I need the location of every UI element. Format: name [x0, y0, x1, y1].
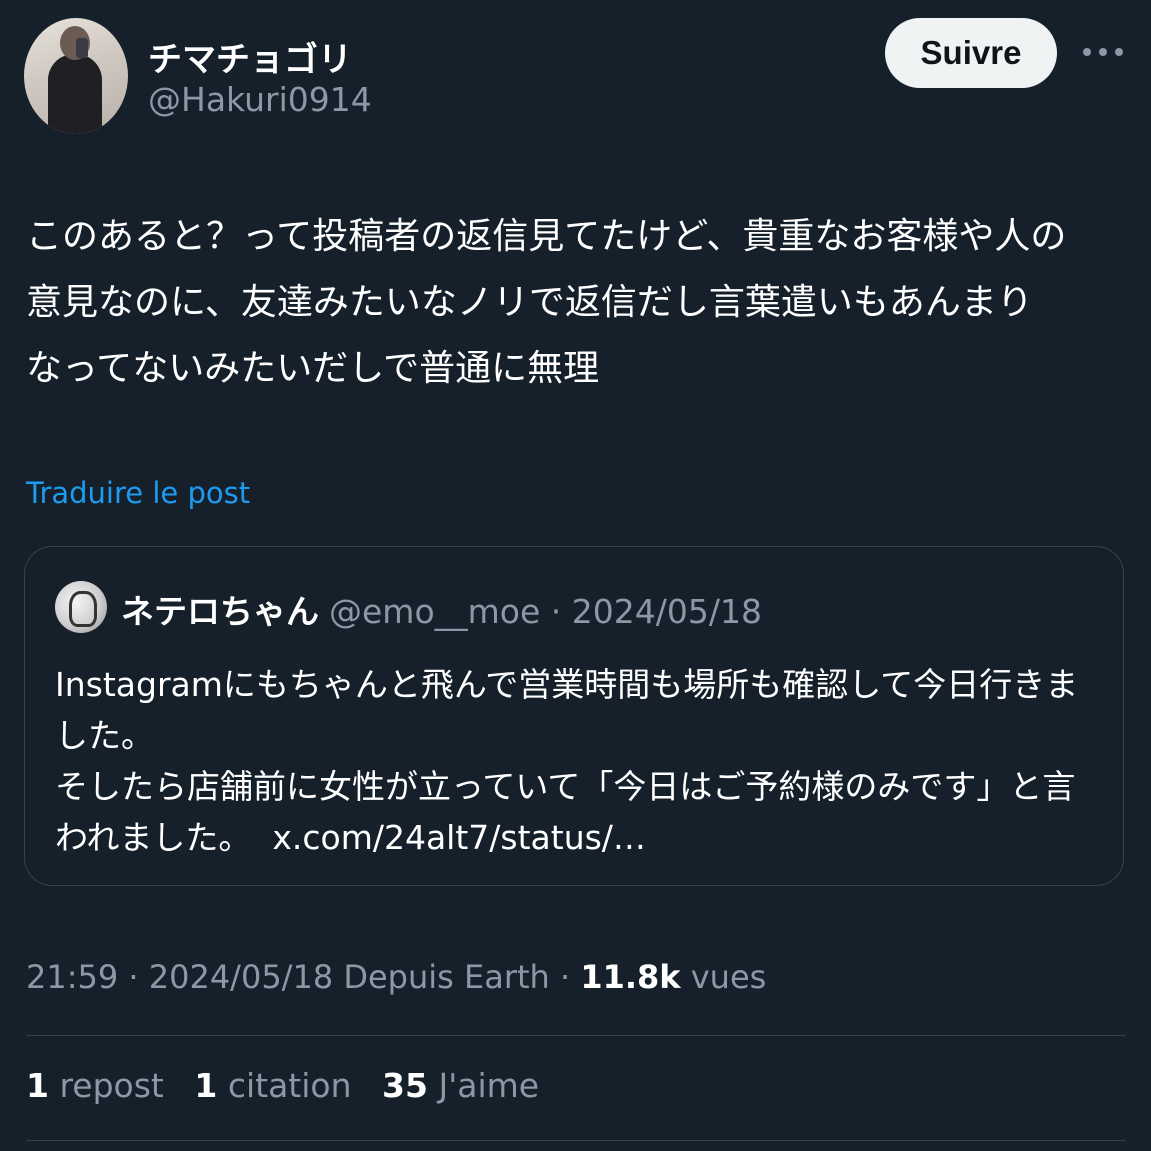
likes-label: J'aime: [427, 1066, 540, 1105]
author-avatar[interactable]: [24, 18, 128, 134]
translate-post-link[interactable]: Traduire le post: [26, 476, 250, 510]
quoted-post-card[interactable]: ネテロちゃん @emo__moe · 2024/05/18 Instagramにも…: [24, 546, 1124, 886]
quoted-text-line: そしたら店舗前に女性が立っていて「今日はご予約様のみです」と言: [55, 767, 1076, 806]
post-text: このあると？って投稿者の返信見てたけど、貴重なお客様や人の 意見なのに、友達みた…: [26, 204, 1126, 402]
post-metadata: 21:59 · 2024/05/18 Depuis Earth · 11.8k …: [26, 958, 766, 996]
views-label: vues: [680, 958, 767, 996]
reposts-label: repost: [48, 1066, 164, 1105]
more-dot: [1083, 48, 1091, 56]
quoted-text-line: Instagramにもちゃんと飛んで営業時間も場所も確認して今日行きま: [55, 665, 1079, 704]
more-options-icon[interactable]: [1083, 40, 1123, 64]
author-handle[interactable]: @Hakuri0914: [148, 80, 372, 119]
quoted-text-last: われました。: [55, 818, 252, 857]
quoted-post-text: Instagramにもちゃんと飛んで営業時間も場所も確認して今日行きま した。 …: [55, 659, 1095, 863]
divider: [26, 1140, 1126, 1141]
quoted-post-link[interactable]: x.com/24alt7/status/…: [272, 818, 646, 857]
views-count: 11.8k: [580, 958, 681, 996]
quoted-author-name: ネテロちゃん: [121, 592, 319, 631]
likes-stat[interactable]: 35 J'aime: [382, 1066, 539, 1105]
post-text-line: このあると？って投稿者の返信見てたけど、貴重なお客様や人の: [26, 216, 1067, 257]
quoted-post-header: ネテロちゃん @emo__moe · 2024/05/18: [121, 585, 762, 633]
post-timestamp-source: 21:59 · 2024/05/18 Depuis Earth ·: [26, 958, 581, 996]
reposts-stat[interactable]: 1 repost: [26, 1066, 164, 1105]
divider: [26, 1035, 1126, 1036]
quotes-label: citation: [217, 1066, 352, 1105]
engagement-stats: 1 repost 1 citation 35 J'aime: [26, 1066, 559, 1105]
more-dot: [1099, 48, 1107, 56]
quoted-text-line: した。: [55, 716, 154, 755]
reposts-count: 1: [26, 1066, 49, 1105]
follow-button[interactable]: Suivre: [885, 18, 1057, 88]
avatar-figure-body: [48, 54, 102, 134]
quoted-author-meta: @emo__moe · 2024/05/18: [329, 592, 762, 631]
avatar-figure-phone: [76, 38, 88, 58]
quoted-author-avatar: [55, 581, 107, 633]
quotes-stat[interactable]: 1 citation: [194, 1066, 351, 1105]
more-dot: [1115, 48, 1123, 56]
likes-count: 35: [382, 1066, 428, 1105]
author-display-name[interactable]: チマチョゴリ: [148, 32, 352, 81]
post-text-line: 意見なのに、友達みたいなノリで返信だし言葉遣いもあんまり: [26, 282, 1033, 323]
quotes-count: 1: [194, 1066, 218, 1105]
quoted-text-line: われました。 x.com/24alt7/status/…: [55, 812, 1095, 863]
post-text-line: なってないみたいだしで普通に無理: [26, 348, 600, 389]
